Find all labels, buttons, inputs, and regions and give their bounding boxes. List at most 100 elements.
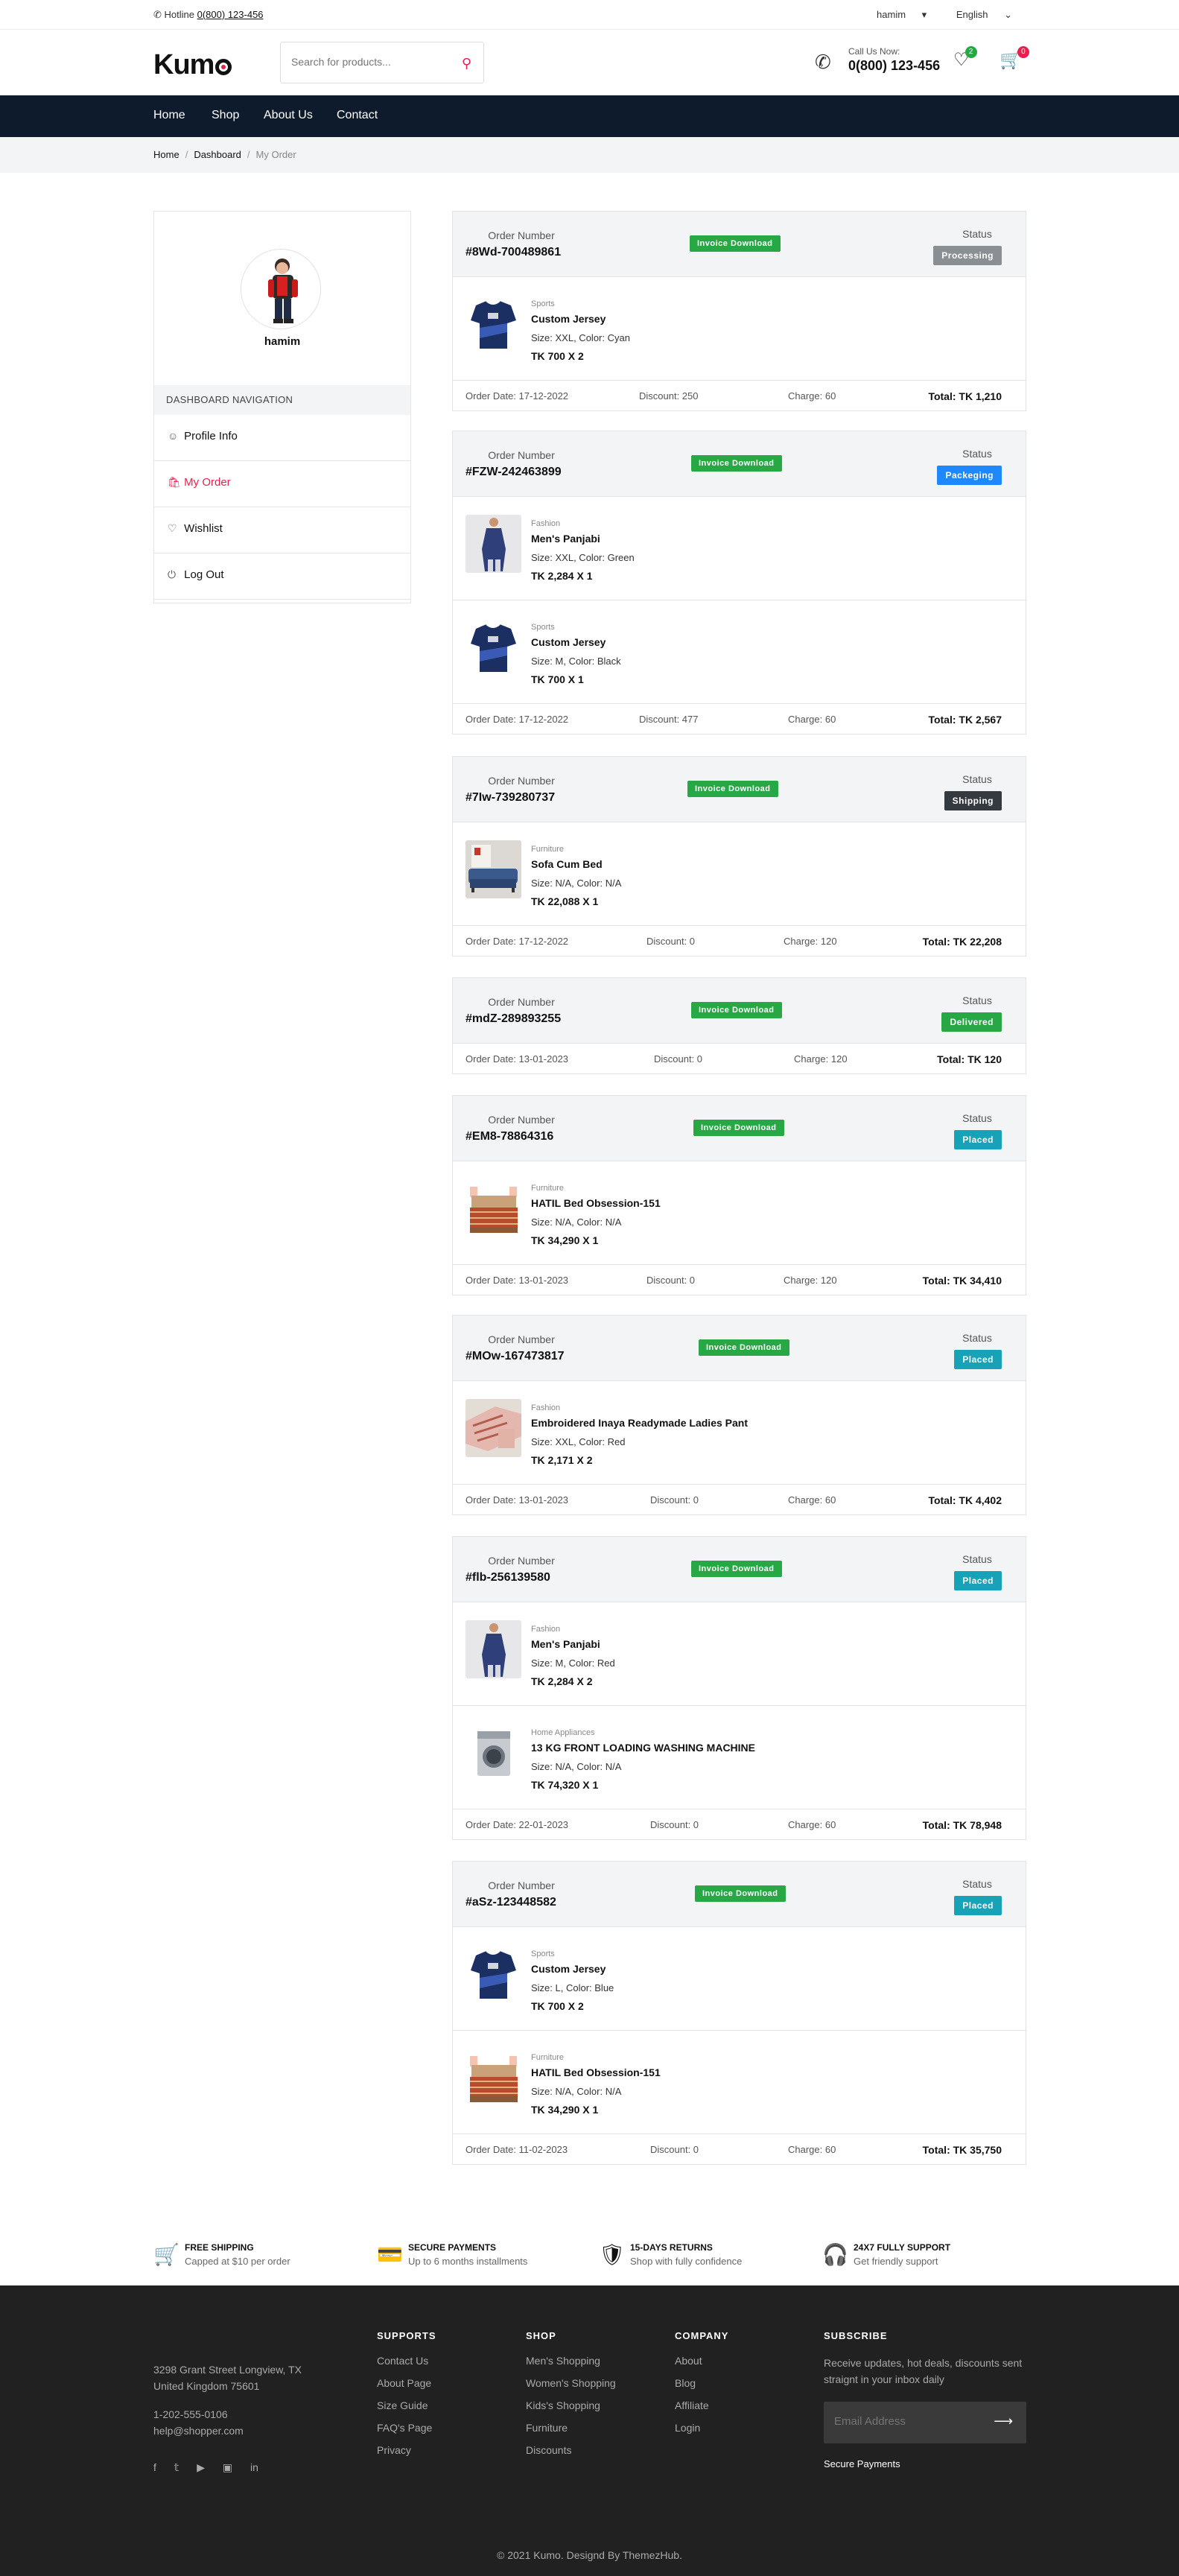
product-price: TK 700 X 2 xyxy=(531,2000,584,2012)
footer-link[interactable]: FAQ's Page xyxy=(377,2422,436,2434)
invoice-download-button[interactable]: Invoice Download xyxy=(693,1120,784,1136)
search-icon[interactable]: ⚲ xyxy=(462,56,471,72)
breadcrumb-dashboard[interactable]: Dashboard xyxy=(194,149,241,160)
footer-link[interactable]: Affiliate xyxy=(675,2399,728,2411)
order-card: Order Number #8Wd-700489861 Invoice Downlo… xyxy=(452,211,1026,411)
caret-down-icon: ▾ xyxy=(921,9,927,20)
footer-link[interactable]: Size Guide xyxy=(377,2399,436,2411)
product-image[interactable] xyxy=(465,1620,521,1678)
cart-icon[interactable]: 🛒 0 xyxy=(1000,46,1029,71)
product-name[interactable]: Embroidered Inaya Readymade Ladies Pant xyxy=(531,1417,748,1429)
order-charge: Charge: 60 xyxy=(788,714,836,725)
product-name[interactable]: Men's Panjabi xyxy=(531,1638,600,1650)
product-name[interactable]: Custom Jersey xyxy=(531,1963,606,1975)
order-header: Order Number #MOw-167473817 Invoice Downlo… xyxy=(453,1316,1026,1381)
product-price: TK 700 X 2 xyxy=(531,350,584,362)
invoice-download-button[interactable]: Invoice Download xyxy=(695,1885,786,1902)
invoice-download-button[interactable]: Invoice Download xyxy=(699,1339,789,1356)
footer-link[interactable]: Kids's Shopping xyxy=(526,2399,616,2411)
footer-subscribe: SUBSCRIBE Receive updates, hot deals, di… xyxy=(824,2330,1026,2388)
logo[interactable]: Kum xyxy=(153,49,232,81)
product-name[interactable]: Custom Jersey xyxy=(531,313,606,325)
footer-email[interactable]: help@shopper.com xyxy=(153,2423,302,2439)
product-name[interactable]: HATIL Bed Obsession-151 xyxy=(531,2066,661,2078)
footer-heading: COMPANY xyxy=(675,2330,729,2341)
nav-contact[interactable]: Contact xyxy=(337,109,378,122)
product-image[interactable] xyxy=(465,1399,521,1457)
product-image[interactable] xyxy=(465,618,521,676)
facebook-icon[interactable]: f xyxy=(153,2461,156,2473)
order-status: Status Shipping xyxy=(920,773,1002,810)
feature-title: FREE SHIPPING xyxy=(185,2242,254,2253)
feature-subtitle: Get friendly support xyxy=(854,2256,938,2267)
footer-phone[interactable]: 1-202-555-0106 xyxy=(153,2406,302,2423)
sidebar-item-logout[interactable]: ⏻ Log Out xyxy=(154,553,410,600)
footer-link[interactable]: Discounts xyxy=(526,2444,616,2456)
order-footer: Order Date: 11-02-2023 Discount: 0 Charge:… xyxy=(453,2134,1026,2164)
product-name[interactable]: HATIL Bed Obsession-151 xyxy=(531,1197,661,1209)
order-total: Total: TK 34,410 xyxy=(922,1275,1002,1287)
order-id: #EM8-78864316 xyxy=(465,1130,554,1143)
youtube-icon[interactable]: ▶ xyxy=(197,2461,205,2473)
sidebar-item-label: Profile Info xyxy=(184,430,238,442)
wishlist-icon[interactable]: ♡ 2 xyxy=(953,46,977,71)
search-input[interactable] xyxy=(291,56,448,68)
status-badge: Processing xyxy=(933,246,1002,265)
email-field[interactable] xyxy=(834,2415,991,2428)
user-dropdown[interactable]: hamim ▾ xyxy=(863,9,927,20)
product-image[interactable] xyxy=(465,840,521,898)
status-badge: Shipping xyxy=(944,791,1002,810)
order-discount: Discount: 0 xyxy=(646,936,696,947)
breadcrumb-home[interactable]: Home xyxy=(153,149,179,160)
product-name[interactable]: 13 KG FRONT LOADING WASHING MACHINE xyxy=(531,1742,755,1754)
instagram-icon[interactable]: ▣ xyxy=(223,2461,232,2473)
order-number: Order Number #mdZ-289893255 xyxy=(465,996,577,1025)
secure-payments-label: Secure Payments xyxy=(824,2458,900,2469)
footer-link[interactable]: Furniture xyxy=(526,2422,616,2434)
call-number[interactable]: 0(800) 123-456 xyxy=(848,58,940,74)
invoice-download-button[interactable]: Invoice Download xyxy=(691,455,782,472)
nav-about[interactable]: About Us xyxy=(264,109,313,122)
order-header: Order Number #mdZ-289893255 Invoice Downlo… xyxy=(453,978,1026,1044)
product-category: Fashion xyxy=(531,1625,561,1634)
product-image[interactable] xyxy=(465,1724,521,1782)
product-image[interactable] xyxy=(465,2049,521,2107)
footer-link[interactable]: Blog xyxy=(675,2377,728,2389)
invoice-download-button[interactable]: Invoice Download xyxy=(687,781,778,797)
invoice-download-button[interactable]: Invoice Download xyxy=(691,1561,782,1577)
product-image[interactable] xyxy=(465,1945,521,2003)
product-image[interactable] xyxy=(465,515,521,573)
status-label: Status xyxy=(962,228,992,240)
sidebar-item-wishlist[interactable]: ♡ Wishlist xyxy=(154,507,410,553)
order-header: Order Number #7Iw-739280737 Invoice Downlo… xyxy=(453,757,1026,822)
footer-link[interactable]: Men's Shopping xyxy=(526,2355,616,2367)
product-image[interactable] xyxy=(465,295,521,353)
product-price: TK 700 X 1 xyxy=(531,673,584,685)
nav-shop[interactable]: Shop xyxy=(212,109,239,122)
product-name[interactable]: Custom Jersey xyxy=(531,636,606,648)
footer-link[interactable]: Privacy xyxy=(377,2444,436,2456)
sidebar-item-my-order[interactable]: 🛍 My Order xyxy=(154,461,410,507)
sidebar-item-profile[interactable]: ☺ Profile Info xyxy=(154,415,410,461)
footer-link[interactable]: About Page xyxy=(377,2377,436,2389)
arrow-right-icon[interactable]: ⟶ xyxy=(994,2414,1013,2429)
product-name[interactable]: Sofa Cum Bed xyxy=(531,858,603,870)
twitter-icon[interactable]: 𝕥 xyxy=(174,2461,179,2473)
chevron-down-icon: ⌄ xyxy=(1004,9,1012,20)
order-number: Order Number #EM8-78864316 xyxy=(465,1114,577,1143)
product-name[interactable]: Men's Panjabi xyxy=(531,533,600,545)
language-dropdown[interactable]: English ⌄ xyxy=(943,9,1012,20)
product-image[interactable] xyxy=(465,1179,521,1237)
card-icon: 💳 xyxy=(377,2243,403,2266)
footer: 3298 Grant Street Longview, TX United Ki… xyxy=(0,2285,1179,2576)
invoice-download-button[interactable]: Invoice Download xyxy=(691,1002,782,1018)
footer-link[interactable]: Women's Shopping xyxy=(526,2377,616,2389)
footer-link[interactable]: Login xyxy=(675,2422,728,2434)
linkedin-icon[interactable]: in xyxy=(250,2461,258,2473)
language-label: English xyxy=(956,9,988,20)
invoice-download-button[interactable]: Invoice Download xyxy=(690,235,781,252)
footer-link[interactable]: About xyxy=(675,2355,728,2367)
footer-link[interactable]: Contact Us xyxy=(377,2355,436,2367)
hotline-number[interactable]: 0(800) 123-456 xyxy=(197,9,264,20)
nav-home[interactable]: Home xyxy=(153,109,185,122)
